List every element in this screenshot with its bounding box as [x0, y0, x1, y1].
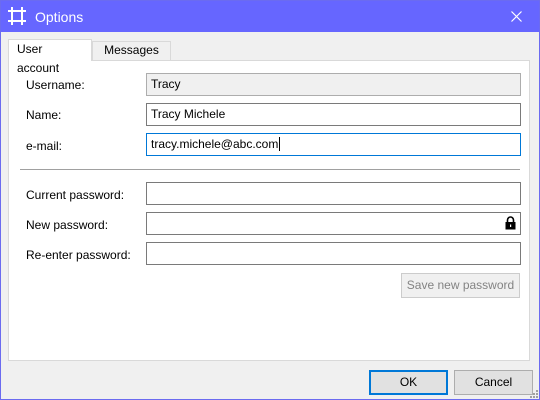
new-password-label: New password: [26, 218, 109, 232]
title-bar[interactable]: Options [1, 1, 539, 32]
resize-grip-icon[interactable] [530, 390, 538, 398]
cancel-button[interactable]: Cancel [454, 370, 533, 395]
reenter-password-label: Re-enter password: [26, 248, 131, 262]
section-divider [20, 169, 520, 170]
name-field[interactable]: Tracy Michele [146, 103, 521, 126]
save-new-password-button[interactable]: Save new password [401, 273, 520, 298]
current-password-label: Current password: [26, 188, 125, 202]
reenter-password-field[interactable] [146, 242, 521, 265]
ok-button[interactable]: OK [369, 370, 448, 395]
new-password-field[interactable] [146, 212, 521, 235]
close-icon [511, 11, 522, 22]
window-title: Options [35, 9, 84, 25]
name-label: Name: [26, 108, 62, 122]
lock-icon [505, 216, 516, 230]
username-field[interactable]: Tracy [146, 73, 521, 96]
user-account-panel: Username: Tracy Name: Tracy Michele e-ma… [8, 60, 530, 361]
tab-user-account[interactable]: User account [8, 39, 92, 75]
close-button[interactable] [494, 1, 539, 32]
options-dialog: Options User account Messages Username: … [0, 0, 540, 400]
email-value: tracy.michele@abc.com [151, 137, 279, 151]
text-caret [279, 137, 281, 151]
email-field[interactable]: tracy.michele@abc.com [146, 133, 521, 156]
current-password-field[interactable] [146, 182, 521, 205]
email-label: e-mail: [26, 139, 63, 153]
tab-messages[interactable]: Messages [92, 41, 171, 60]
crop-icon [8, 7, 26, 25]
username-label: Username: [26, 78, 85, 92]
